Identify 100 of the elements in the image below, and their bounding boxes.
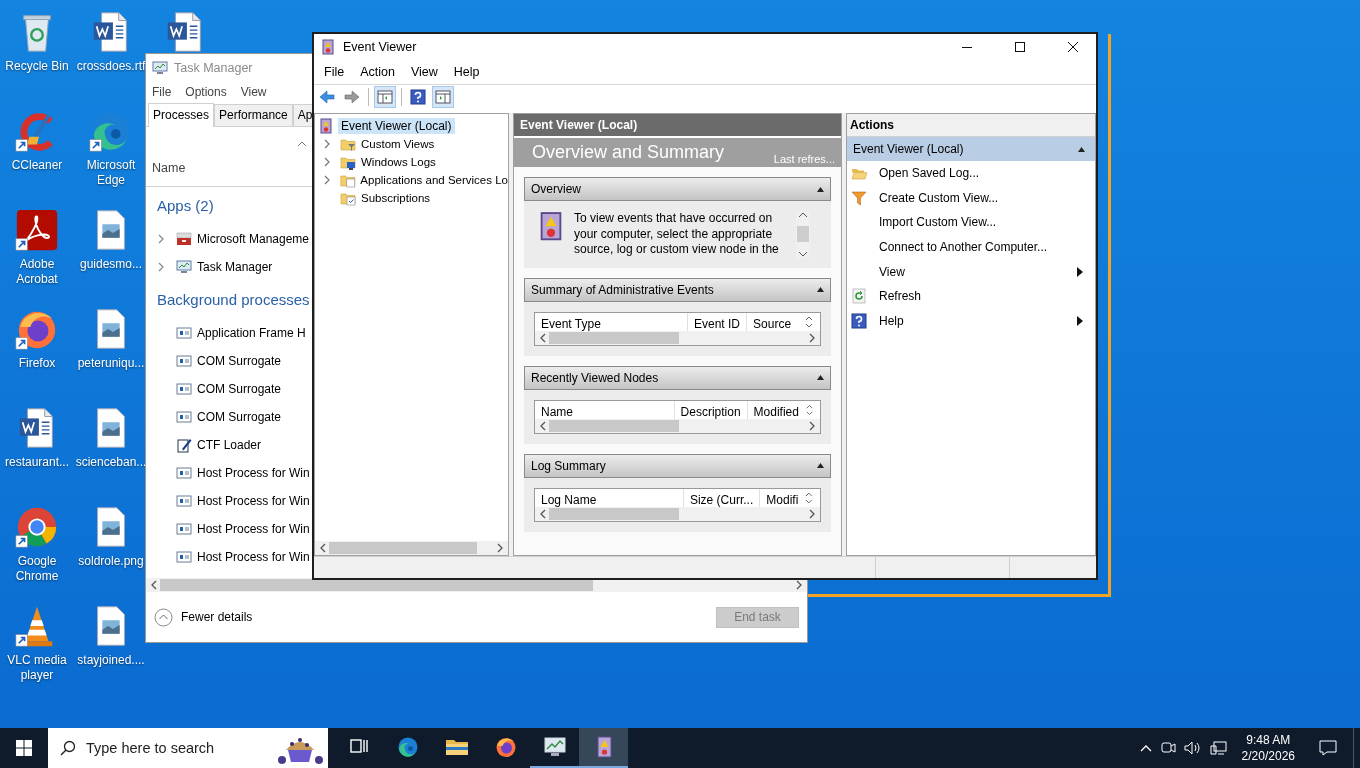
icon-label[interactable]: crossdoes.rtf	[76, 59, 146, 74]
scrollbar-thumb[interactable]	[549, 419, 679, 432]
collapse-icon[interactable]	[817, 463, 824, 468]
collapse-icon[interactable]	[817, 375, 824, 380]
icon-label[interactable]: Google Chrome	[0, 554, 74, 584]
scroll-left-icon[interactable]	[539, 420, 547, 431]
icon-label[interactable]: Firefox	[18, 356, 56, 371]
scroll-right-icon[interactable]	[496, 543, 504, 553]
chevron-right-icon[interactable]	[157, 261, 165, 272]
tree-item[interactable]: Applications and Services Lo	[360, 174, 508, 186]
scroll-left-icon[interactable]	[150, 580, 158, 591]
process-name[interactable]: Application Frame H	[197, 325, 306, 340]
process-name[interactable]: Host Process for Win	[197, 521, 310, 536]
column-header[interactable]: Modified	[747, 400, 805, 419]
scroll-right-icon[interactable]	[808, 508, 816, 519]
scroll-right-icon[interactable]	[808, 332, 816, 343]
monitor-icon[interactable]	[542, 735, 567, 759]
icon-label[interactable]: soldrole.png	[78, 554, 144, 569]
icon-label[interactable]: guidesmo...	[79, 257, 142, 272]
process-name[interactable]: CTF Loader	[197, 437, 262, 452]
process-name[interactable]: COM Surrogate	[197, 409, 282, 424]
tab[interactable]: Ap	[292, 103, 313, 126]
chevron-right-icon[interactable]	[157, 233, 165, 244]
menu-item[interactable]: File	[152, 84, 172, 99]
collapse-icon[interactable]	[1078, 146, 1085, 152]
network-icon[interactable]	[1209, 740, 1228, 756]
tree-item[interactable]: Custom Views	[361, 138, 435, 150]
collapse-icon[interactable]	[817, 287, 824, 292]
tree-item[interactable]: Event Viewer (Local)	[338, 118, 455, 134]
section-header[interactable]: Summary of Administrative Events	[524, 277, 831, 302]
close-icon[interactable]	[1068, 42, 1078, 52]
process-name[interactable]: COM Surrogate	[197, 353, 282, 368]
maximize-icon[interactable]	[1015, 42, 1025, 52]
scroll-up-icon[interactable]	[798, 211, 808, 219]
clock[interactable]: 9:48 AM 2/20/2026	[1235, 732, 1301, 764]
actions-section-header[interactable]: Event Viewer (Local)	[847, 137, 1095, 161]
icon-label[interactable]: scienceban...	[75, 455, 147, 470]
action-link[interactable]: Help	[879, 313, 904, 328]
scrollbar-thumb[interactable]	[329, 542, 477, 554]
scroll-left-icon[interactable]	[539, 332, 547, 343]
menu-item[interactable]: Options	[185, 84, 227, 99]
menu-item[interactable]: View	[240, 84, 267, 99]
section-header[interactable]: Log Summary	[524, 453, 831, 478]
section-header[interactable]: Overview	[524, 177, 831, 201]
process-name[interactable]: Host Process for Win	[197, 549, 310, 564]
column-header[interactable]: Description	[674, 400, 748, 419]
icon-label[interactable]: Recycle Bin	[5, 59, 69, 74]
process-name[interactable]: Task Manager	[197, 259, 273, 274]
search-box[interactable]: Type here to search	[48, 728, 328, 768]
scrollbar-thumb[interactable]	[797, 226, 809, 243]
action-link[interactable]: Connect to Another Computer...	[879, 240, 1048, 255]
scrollbar-thumb[interactable]	[549, 331, 679, 344]
pdf-icon[interactable]	[14, 207, 60, 253]
scroll-left-icon[interactable]	[319, 543, 327, 553]
action-link[interactable]: Create Custom View...	[879, 190, 999, 205]
scroll-spinner-icon[interactable]	[804, 402, 814, 417]
column-header[interactable]: Name	[535, 400, 675, 419]
menu-item[interactable]: File	[316, 65, 353, 79]
scrollbar-thumb[interactable]	[549, 507, 679, 520]
tree-item[interactable]: Windows Logs	[361, 156, 436, 168]
column-header[interactable]: Size (Curr...	[683, 488, 761, 507]
icon-label[interactable]: VLC media player	[0, 653, 74, 683]
process-name[interactable]: Microsoft Manageme	[197, 231, 310, 246]
icon-label[interactable]: peteruniqu...	[77, 356, 145, 371]
menu-item[interactable]: View	[402, 65, 446, 79]
column-header[interactable]: Modifi	[760, 488, 805, 507]
search-field[interactable]: Type here to search	[84, 739, 264, 757]
menu-item[interactable]: Action	[352, 65, 403, 79]
process-name[interactable]: Host Process for Win	[197, 465, 310, 480]
menu-item[interactable]: Help	[445, 65, 488, 79]
scroll-spinner-icon[interactable]	[804, 314, 814, 329]
column-header[interactable]: Source	[747, 312, 804, 331]
chevron-up-icon[interactable]	[1139, 744, 1152, 752]
notification-icon[interactable]	[1319, 740, 1337, 756]
action-link[interactable]: View	[879, 264, 905, 279]
column-header[interactable]: Log Name	[535, 488, 684, 507]
scroll-down-icon[interactable]	[798, 249, 808, 258]
camera-icon[interactable]	[1159, 740, 1176, 756]
scroll-left-icon[interactable]	[539, 508, 547, 519]
icon-label[interactable]: Microsoft Edge	[74, 158, 148, 188]
column-header[interactable]: Event Type	[535, 312, 688, 331]
action-link[interactable]: Open Saved Log...	[879, 166, 980, 181]
collapse-icon[interactable]	[817, 186, 824, 192]
icon-label[interactable]: CCleaner	[11, 158, 63, 173]
tree-item[interactable]: Subscriptions	[361, 192, 431, 204]
icon-label[interactable]: stayjoined....	[77, 653, 145, 668]
process-name[interactable]: Host Process for Win	[197, 493, 310, 508]
fewer-details-link[interactable]: Fewer details	[181, 610, 253, 625]
scroll-spinner-icon[interactable]	[804, 490, 814, 505]
process-name[interactable]: COM Surrogate	[197, 381, 282, 396]
column-header[interactable]: Name	[152, 160, 307, 175]
tab[interactable]: Processes	[148, 102, 215, 127]
icon-label[interactable]: restaurant...	[5, 455, 69, 470]
scroll-right-icon[interactable]	[808, 420, 816, 431]
section-header[interactable]: Recently Viewed Nodes	[524, 365, 831, 390]
volume-icon[interactable]	[1183, 740, 1202, 756]
collapse-circle-icon[interactable]	[154, 607, 173, 627]
column-header[interactable]: Event ID	[688, 312, 748, 331]
action-link[interactable]: Import Custom View...	[879, 215, 997, 230]
icon-label[interactable]: Adobe Acrobat	[0, 257, 74, 287]
